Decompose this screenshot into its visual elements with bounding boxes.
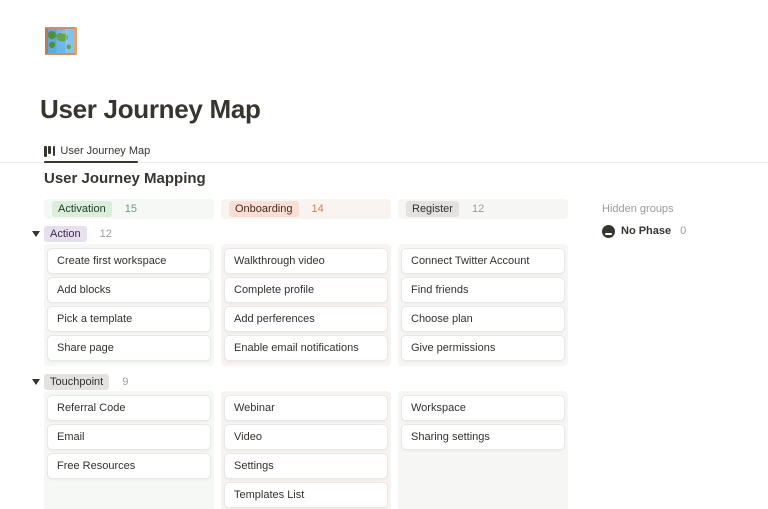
- group-count-touchpoint: 9: [122, 376, 129, 388]
- column-badge-register[interactable]: Register: [406, 201, 459, 217]
- card[interactable]: Pick a template: [47, 306, 211, 332]
- card[interactable]: Free Resources: [47, 453, 211, 479]
- board-cell-touchpoint-activation: Referral Code Email Free Resources: [44, 391, 214, 509]
- database-heading[interactable]: User Journey Mapping: [44, 170, 206, 187]
- notion-page: User Journey Map User Journey Map User J…: [0, 0, 768, 509]
- card[interactable]: Sharing settings: [401, 424, 565, 450]
- collapse-toggle-icon[interactable]: [32, 379, 40, 385]
- tab-label: User Journey Map: [60, 145, 151, 157]
- world-map-emoji: [45, 27, 77, 55]
- group-badge-touchpoint[interactable]: Touchpoint: [44, 374, 110, 390]
- card[interactable]: Video: [224, 424, 388, 450]
- hidden-groups-label[interactable]: Hidden groups: [602, 203, 674, 215]
- column-count-onboarding: 14: [311, 203, 324, 215]
- column-header-activation[interactable]: Activation 15: [44, 199, 214, 219]
- card[interactable]: Walkthrough video: [224, 248, 388, 274]
- board-cell-action-register: Connect Twitter Account Find friends Cho…: [398, 244, 568, 366]
- board-cell-action-activation: Create first workspace Add blocks Pick a…: [44, 244, 214, 366]
- card[interactable]: Webinar: [224, 395, 388, 421]
- collapse-toggle-icon[interactable]: [32, 231, 40, 237]
- view-tab-bar: User Journey Map: [0, 140, 768, 163]
- card[interactable]: Email: [47, 424, 211, 450]
- column-badge-onboarding[interactable]: Onboarding: [229, 201, 299, 217]
- page-icon-world-map[interactable]: [42, 22, 80, 60]
- card[interactable]: Add perferences: [224, 306, 388, 332]
- board-view-icon: [44, 145, 56, 157]
- column-header-register[interactable]: Register 12: [398, 199, 568, 219]
- column-count-register: 12: [471, 203, 485, 215]
- group-header-action: Action 12: [0, 226, 768, 242]
- board-cell-touchpoint-register: Workspace Sharing settings: [398, 391, 568, 509]
- card[interactable]: Find friends: [401, 277, 565, 303]
- board-cell-touchpoint-onboarding: Webinar Video Settings Templates List: [221, 391, 391, 509]
- group-badge-action[interactable]: Action: [44, 226, 87, 242]
- card[interactable]: Add blocks: [47, 277, 211, 303]
- card[interactable]: Connect Twitter Account: [401, 248, 565, 274]
- card[interactable]: Enable email notifications: [224, 335, 388, 361]
- active-tab-underline: [44, 161, 138, 163]
- card[interactable]: Share page: [47, 335, 211, 361]
- card[interactable]: Referral Code: [47, 395, 211, 421]
- group-header-touchpoint: Touchpoint 9: [0, 374, 768, 390]
- column-badge-activation[interactable]: Activation: [52, 201, 112, 217]
- card[interactable]: Complete profile: [224, 277, 388, 303]
- tab-user-journey-map[interactable]: User Journey Map: [44, 142, 150, 160]
- board-cell-action-onboarding: Walkthrough video Complete profile Add p…: [221, 244, 391, 366]
- card[interactable]: Workspace: [401, 395, 565, 421]
- card[interactable]: Choose plan: [401, 306, 565, 332]
- card[interactable]: Templates List: [224, 482, 388, 508]
- card[interactable]: Create first workspace: [47, 248, 211, 274]
- card[interactable]: Settings: [224, 453, 388, 479]
- column-header-onboarding[interactable]: Onboarding 14: [221, 199, 391, 219]
- column-count-activation: 15: [124, 203, 137, 215]
- page-title[interactable]: User Journey Map: [40, 94, 261, 125]
- group-count-action: 12: [99, 228, 112, 240]
- card[interactable]: Give permissions: [401, 335, 565, 361]
